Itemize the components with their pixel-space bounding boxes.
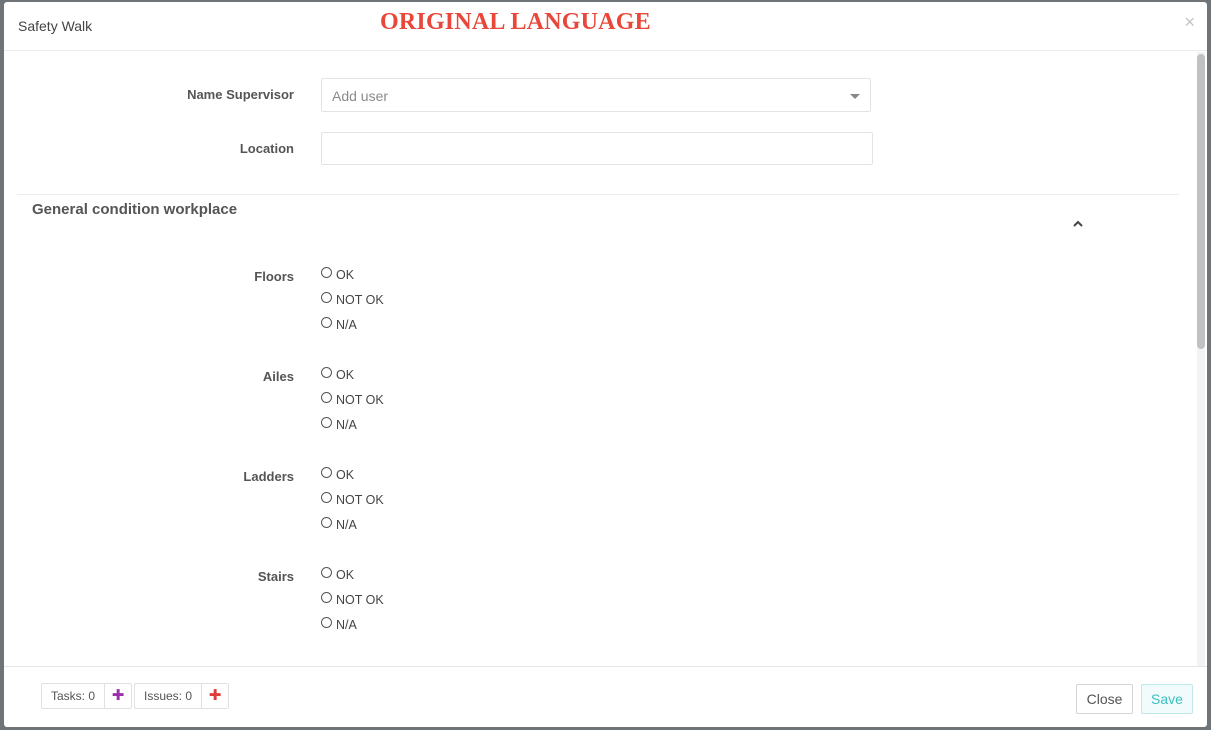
- scrollbar[interactable]: [1197, 52, 1205, 666]
- radio-option[interactable]: OK: [321, 567, 384, 592]
- radio-group: OK NOT OK N/A: [321, 367, 384, 442]
- radio-label: OK: [336, 368, 355, 382]
- tasks-label: Tasks: 0: [42, 684, 106, 708]
- radio-option[interactable]: NOT OK: [321, 392, 384, 417]
- radio-label: N/A: [336, 418, 357, 432]
- add-issue-plus-icon[interactable]: ✚: [202, 684, 228, 708]
- close-button[interactable]: Close: [1076, 684, 1133, 714]
- radio-button[interactable]: [321, 392, 332, 403]
- radio-button[interactable]: [321, 517, 332, 528]
- modal-footer: Tasks: 0 ✚ Issues: 0 ✚ Close Save: [4, 666, 1207, 727]
- radio-option[interactable]: OK: [321, 467, 384, 492]
- radio-option[interactable]: N/A: [321, 617, 384, 642]
- radio-label: NOT OK: [336, 493, 384, 507]
- radio-label: NOT OK: [336, 293, 384, 307]
- location-label: Location: [239, 141, 294, 156]
- close-icon[interactable]: ×: [1184, 12, 1195, 33]
- radio-option[interactable]: NOT OK: [321, 492, 384, 517]
- radio-group: OK NOT OK N/A: [321, 267, 384, 342]
- radio-button[interactable]: [321, 592, 332, 603]
- original-language-banner: ORIGINAL LANGUAGE: [380, 9, 651, 35]
- scrollbar-thumb[interactable]: [1197, 54, 1205, 349]
- modal-header: Safety Walk ORIGINAL LANGUAGE ×: [4, 2, 1207, 51]
- location-input[interactable]: [321, 132, 873, 165]
- supervisor-label: Name Supervisor: [187, 87, 294, 102]
- section-title: General condition workplace: [32, 201, 238, 218]
- radio-button[interactable]: [321, 492, 332, 503]
- question-label: Floors: [254, 269, 294, 284]
- radio-option[interactable]: N/A: [321, 417, 384, 442]
- radio-label: N/A: [336, 618, 357, 632]
- add-task-plus-icon[interactable]: ✚: [105, 684, 131, 708]
- radio-button[interactable]: [321, 617, 332, 628]
- radio-label: OK: [336, 568, 355, 582]
- supervisor-select[interactable]: Add user: [321, 78, 871, 112]
- radio-button[interactable]: [321, 292, 332, 303]
- radio-button[interactable]: [321, 467, 332, 478]
- modal-title: Safety Walk: [18, 18, 93, 34]
- radio-label: NOT OK: [336, 393, 384, 407]
- issues-label: Issues: 0: [135, 684, 203, 708]
- radio-button[interactable]: [321, 367, 332, 378]
- radio-button[interactable]: [321, 417, 332, 428]
- radio-button[interactable]: [321, 567, 332, 578]
- radio-button[interactable]: [321, 317, 332, 328]
- radio-label: OK: [336, 268, 355, 282]
- section-divider: [17, 194, 1179, 195]
- radio-label: N/A: [336, 318, 357, 332]
- radio-option[interactable]: NOT OK: [321, 592, 384, 617]
- chevron-up-icon[interactable]: [1073, 219, 1083, 229]
- tasks-counter: Tasks: 0 ✚: [41, 683, 133, 709]
- radio-label: OK: [336, 468, 355, 482]
- radio-button[interactable]: [321, 267, 332, 278]
- radio-option[interactable]: OK: [321, 267, 384, 292]
- radio-option[interactable]: N/A: [321, 317, 384, 342]
- safety-walk-modal: Safety Walk ORIGINAL LANGUAGE × Name Sup…: [4, 2, 1207, 727]
- radio-group: OK NOT OK N/A: [321, 467, 384, 542]
- radio-option[interactable]: N/A: [321, 517, 384, 542]
- radio-option[interactable]: NOT OK: [321, 292, 384, 317]
- radio-group: OK NOT OK N/A: [321, 567, 384, 642]
- modal-body: Name Supervisor Add user Location Genera…: [4, 51, 1207, 666]
- question-label: Ladders: [243, 469, 294, 484]
- radio-option[interactable]: OK: [321, 367, 384, 392]
- radio-label: NOT OK: [336, 593, 384, 607]
- question-label: Ailes: [262, 369, 294, 384]
- issues-counter: Issues: 0 ✚: [134, 683, 230, 709]
- radio-label: N/A: [336, 518, 357, 532]
- save-button[interactable]: Save: [1141, 684, 1193, 714]
- supervisor-placeholder: Add user: [332, 88, 389, 104]
- chevron-down-icon: [850, 94, 860, 99]
- question-label: Stairs: [257, 569, 294, 584]
